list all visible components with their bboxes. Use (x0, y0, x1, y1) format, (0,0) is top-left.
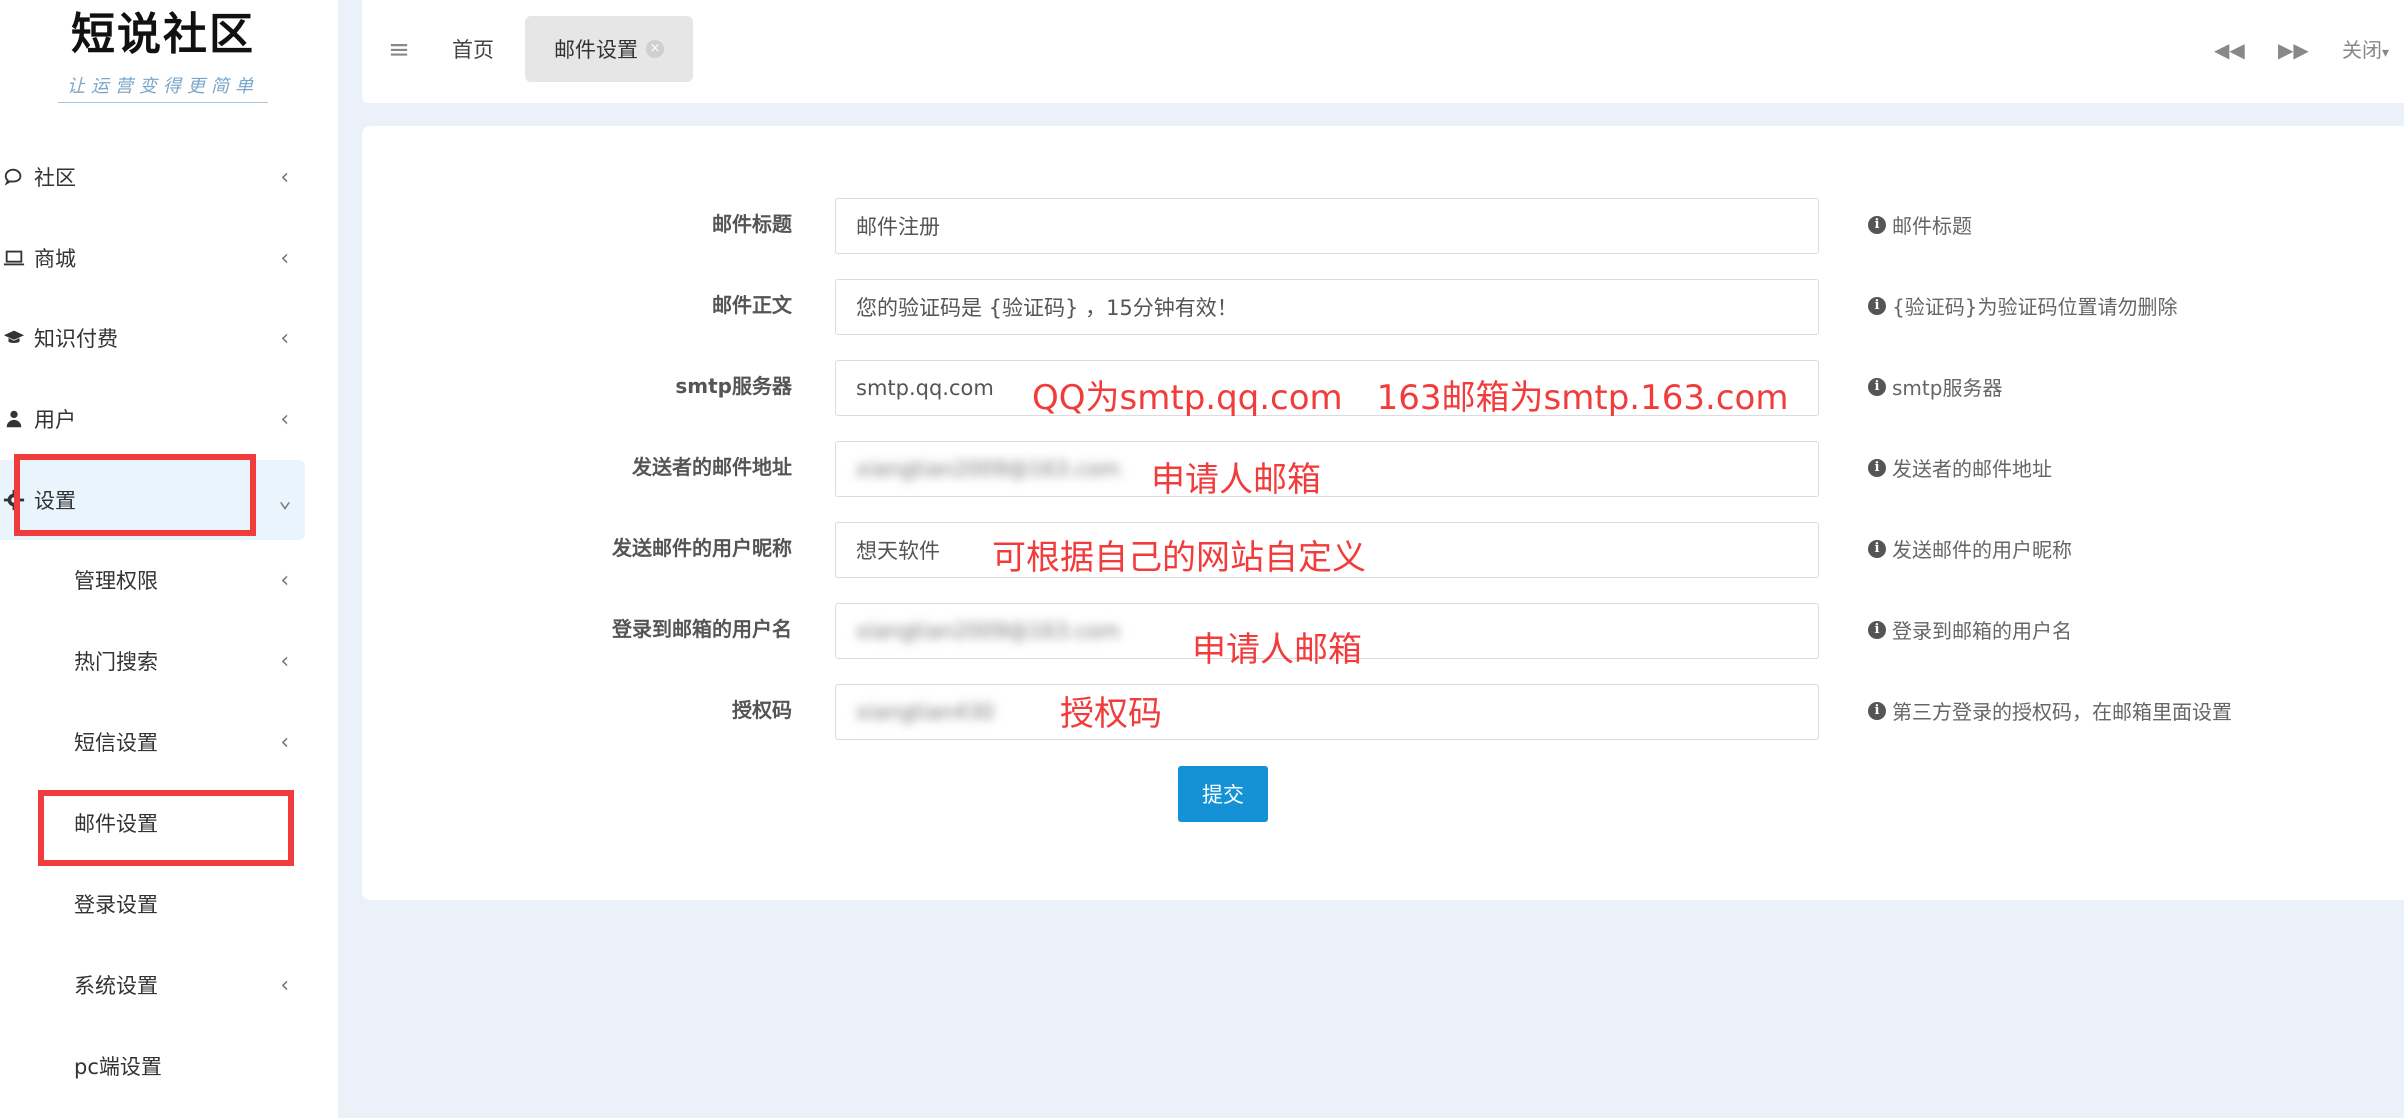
highlight-box-email-settings (38, 790, 294, 866)
tab-email-settings[interactable]: 邮件设置 × (525, 16, 693, 82)
auth-code-input[interactable]: xiangtian430 (835, 684, 1819, 740)
app-root: 短说社区 让运营变得更简单 社区 ‹ 商城 ‹ 知识付费 ‹ 用户 ‹ 设置 ⌄… (0, 0, 2404, 1118)
input-value: xiangtian430 (856, 700, 995, 724)
chevron-left-icon: ‹ (278, 567, 292, 593)
close-tabs-dropdown[interactable]: 关闭▾ (2342, 30, 2389, 70)
input-value: xiangtian2009@163.com (856, 619, 1121, 643)
field-label-sender-address: 发送者的邮件地址 (632, 455, 792, 479)
sidebar-subitem-admin-permissions[interactable]: 管理权限 ‹ (0, 542, 305, 618)
sidebar-item-knowledge-pay[interactable]: 知识付费 ‹ (0, 300, 305, 376)
scroll-right-icon[interactable]: ▶▶ (2278, 30, 2309, 70)
help-email-body: i {验证码}为验证码位置请勿删除 (1868, 291, 2177, 320)
caret-down-icon: ▾ (2382, 45, 2390, 61)
sidebar-subitem-hot-search[interactable]: 热门搜索 ‹ (0, 623, 305, 699)
annotation-nickname: 可根据自己的网站自定义 (992, 538, 1366, 578)
sidebar-subitem-label: 管理权限 (74, 569, 158, 593)
sidebar-subitem-label: 热门搜索 (74, 650, 158, 674)
sidebar: 短说社区 让运营变得更简单 社区 ‹ 商城 ‹ 知识付费 ‹ 用户 ‹ 设置 ⌄… (0, 0, 338, 1118)
submit-button[interactable]: 提交 (1178, 766, 1268, 822)
field-label-email-body: 邮件正文 (712, 293, 792, 317)
sidebar-subitem-label: 登录设置 (74, 893, 158, 917)
info-icon: i (1868, 377, 1886, 396)
chevron-left-icon: ‹ (278, 325, 292, 351)
sidebar-item-community[interactable]: 社区 ‹ (0, 139, 305, 215)
email-body-input[interactable]: 您的验证码是 {验证码} ，15分钟有效！ (835, 279, 1819, 335)
help-sender-nickname: i 发送邮件的用户昵称 (1868, 534, 2072, 563)
chevron-left-icon: ‹ (278, 164, 292, 190)
help-text: 邮件标题 (1892, 214, 1972, 238)
highlight-box-settings (14, 454, 256, 536)
menu-toggle-icon[interactable]: ≡ (384, 30, 414, 70)
sidebar-subitem-label: pc端设置 (74, 1055, 162, 1079)
sidebar-item-label: 商城 (34, 247, 76, 271)
help-smtp-server: i smtp服务器 (1868, 372, 2002, 401)
sidebar-item-label: 社区 (34, 166, 76, 190)
field-label-sender-nickname: 发送邮件的用户昵称 (612, 536, 792, 560)
laptop-icon (0, 247, 34, 269)
field-label-email-subject: 邮件标题 (712, 212, 792, 236)
chevron-left-icon: ‹ (278, 729, 292, 755)
info-icon: i (1868, 701, 1886, 720)
info-icon: i (1868, 296, 1886, 315)
chevron-left-icon: ‹ (278, 648, 292, 674)
email-settings-panel: 邮件标题 邮件注册 i 邮件标题 邮件正文 您的验证码是 {验证码} ，15分钟… (362, 126, 2404, 900)
help-email-subject: i 邮件标题 (1868, 210, 1972, 239)
help-sender-address: i 发送者的邮件地址 (1868, 453, 2052, 482)
sidebar-subitem-system-settings[interactable]: 系统设置 ‹ (0, 947, 305, 1023)
logo-title: 短说社区 (71, 9, 255, 60)
chevron-left-icon: ‹ (278, 972, 292, 998)
sidebar-subitem-label: 系统设置 (74, 974, 158, 998)
help-text: smtp服务器 (1892, 376, 2003, 400)
help-text: 发送者的邮件地址 (1892, 457, 2052, 481)
input-value: xiangtian2009@163.com (856, 457, 1121, 481)
tab-label: 邮件设置 (554, 38, 638, 62)
logo-slogan: 让运营变得更简单 (58, 72, 268, 103)
annotation-username: 申请人邮箱 (1192, 630, 1362, 670)
sidebar-subitem-sms-settings[interactable]: 短信设置 ‹ (0, 704, 305, 780)
sidebar-item-label: 知识付费 (34, 327, 118, 351)
help-text: {验证码}为验证码位置请勿删除 (1892, 295, 2178, 319)
help-text: 第三方登录的授权码，在邮箱里面设置 (1892, 700, 2232, 724)
graduation-cap-icon (0, 327, 34, 349)
annotation-sender: 申请人邮箱 (1151, 460, 1321, 500)
logo[interactable]: 短说社区 让运营变得更简单 (58, 8, 268, 108)
tab-bar: ≡ 首页 邮件设置 × ◀◀ ▶▶ 关闭▾ (362, 0, 2404, 103)
close-tabs-label: 关闭 (2342, 38, 2382, 62)
help-login-username: i 登录到邮箱的用户名 (1868, 615, 2072, 644)
sidebar-subitem-pc-settings[interactable]: pc端设置 (0, 1028, 305, 1104)
annotation-smtp: QQ为smtp.qq.com 163邮箱为smtp.163.com (1032, 378, 1789, 418)
scroll-left-icon[interactable]: ◀◀ (2214, 30, 2245, 70)
input-value: smtp.qq.com (856, 376, 994, 400)
field-label-login-username: 登录到邮箱的用户名 (612, 617, 792, 641)
sidebar-item-label: 用户 (34, 408, 76, 432)
input-value: 邮件注册 (856, 215, 940, 239)
chat-icon (0, 166, 34, 188)
chevron-down-icon: ⌄ (278, 487, 292, 513)
sidebar-item-users[interactable]: 用户 ‹ (0, 381, 305, 457)
help-auth-code: i 第三方登录的授权码，在邮箱里面设置 (1868, 696, 2232, 725)
close-icon[interactable]: × (646, 40, 664, 58)
sidebar-subitem-label: 短信设置 (74, 731, 158, 755)
info-icon: i (1868, 458, 1886, 477)
sidebar-item-mall[interactable]: 商城 ‹ (0, 220, 305, 296)
chevron-left-icon: ‹ (278, 245, 292, 271)
help-text: 发送邮件的用户昵称 (1892, 538, 2072, 562)
info-icon: i (1868, 215, 1886, 234)
info-icon: i (1868, 620, 1886, 639)
help-text: 登录到邮箱的用户名 (1892, 619, 2072, 643)
chevron-left-icon: ‹ (278, 406, 292, 432)
info-icon: i (1868, 539, 1886, 558)
sender-address-input[interactable]: xiangtian2009@163.com (835, 441, 1819, 497)
input-value: 想天软件 (856, 539, 940, 563)
email-subject-input[interactable]: 邮件注册 (835, 198, 1819, 254)
sidebar-subitem-login-settings[interactable]: 登录设置 (0, 866, 305, 942)
user-icon (0, 408, 34, 430)
input-value: 您的验证码是 {验证码} ，15分钟有效！ (856, 296, 1238, 320)
annotation-authcode: 授权码 (1060, 694, 1162, 734)
field-label-auth-code: 授权码 (732, 698, 792, 722)
field-label-smtp-server: smtp服务器 (675, 374, 792, 398)
tab-home[interactable]: 首页 (452, 30, 494, 70)
